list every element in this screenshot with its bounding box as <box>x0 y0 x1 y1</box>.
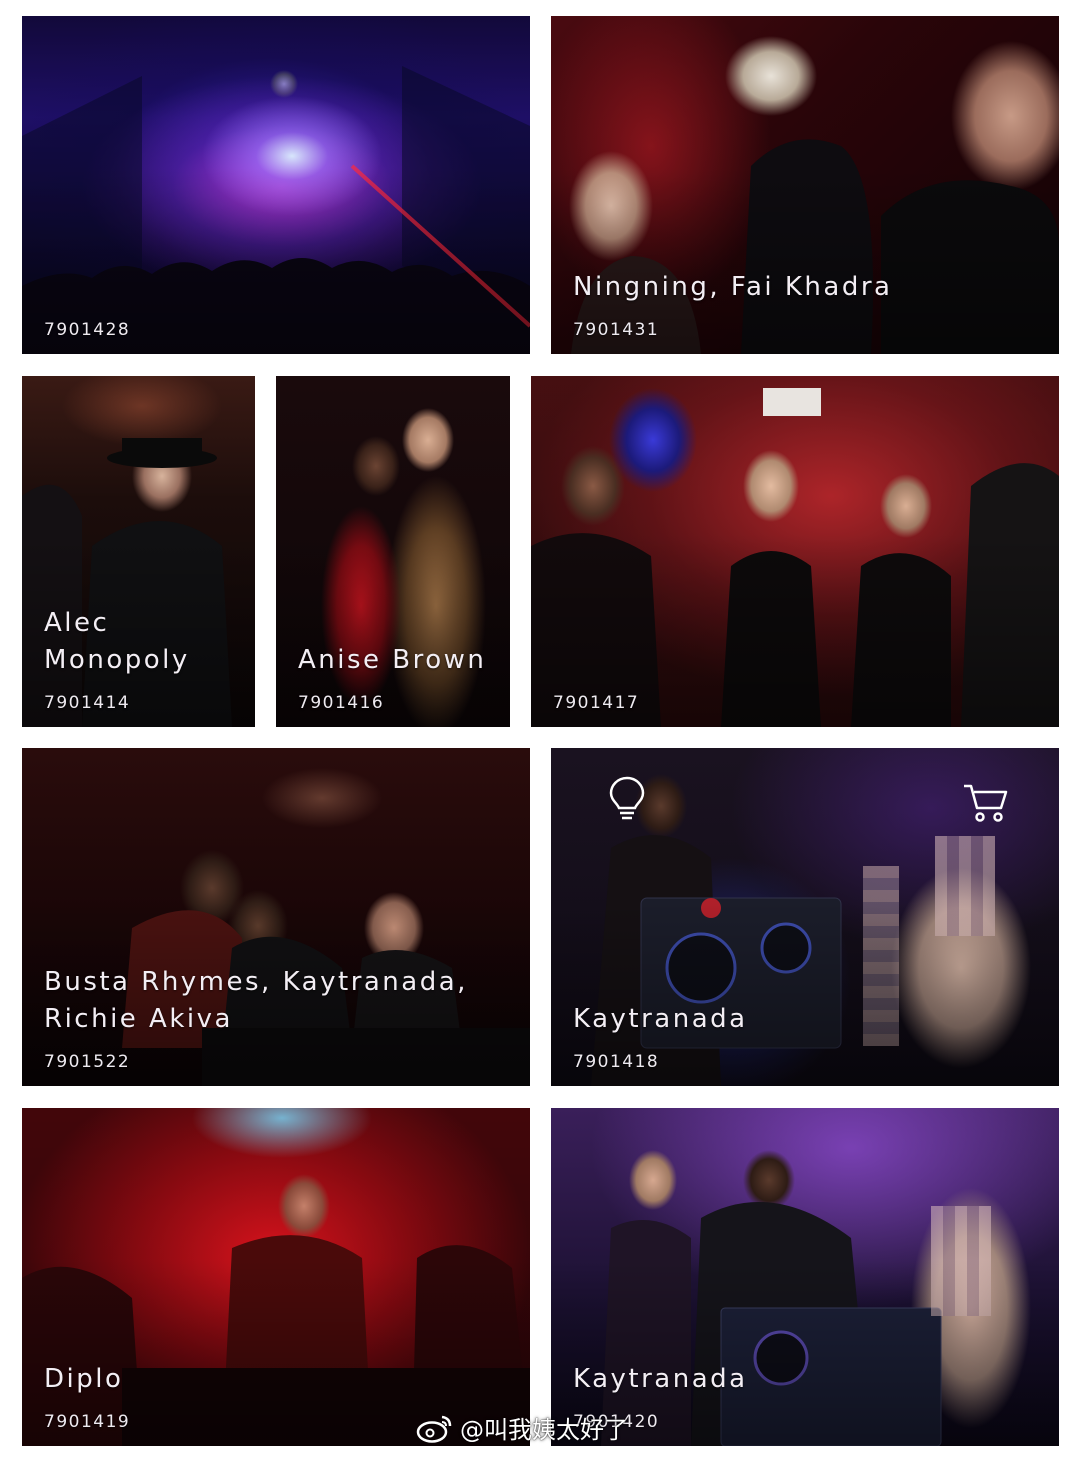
photo-tile-7901420[interactable]: Kaytranada 7901420 <box>551 1108 1059 1446</box>
photo-code: 7901431 <box>573 320 660 340</box>
photo-tile-7901522[interactable]: Busta Rhymes, Kaytranada, Richie Akiva 7… <box>22 748 530 1086</box>
photo-code: 7901522 <box>44 1052 131 1072</box>
photo-tile-7901428[interactable]: 7901428 <box>22 16 530 354</box>
photo-tile-7901417[interactable]: 7901417 <box>531 376 1059 727</box>
photo-caption: Kaytranada <box>573 1364 748 1394</box>
photo-tile-7901418[interactable]: Kaytranada 7901418 <box>551 748 1059 1086</box>
photo-tile-7901414[interactable]: Alec Monopoly 7901414 <box>22 376 255 727</box>
photo-tile-7901419[interactable]: Diplo 7901419 <box>22 1108 530 1446</box>
photo-code: 7901414 <box>44 693 131 713</box>
photo-caption: Diplo <box>44 1364 124 1394</box>
photo-tile-7901431[interactable]: Ningning, Fai Khadra 7901431 <box>551 16 1059 354</box>
watermark-text: @叫我姨太好了 <box>460 1416 628 1444</box>
photo-tile-7901416[interactable]: Anise Brown 7901416 <box>276 376 510 727</box>
photo-caption: Busta Rhymes, Kaytranada, Richie Akiva <box>44 967 468 1034</box>
photo-caption: Kaytranada <box>573 1004 748 1034</box>
shopping-cart-icon[interactable] <box>961 778 1009 826</box>
photo-code: 7901428 <box>44 320 131 340</box>
weibo-logo-icon <box>416 1415 452 1443</box>
photo-caption: Alec Monopoly <box>44 608 190 675</box>
photo-code: 7901418 <box>573 1052 660 1072</box>
photo-code: 7901419 <box>44 1412 131 1432</box>
lightbulb-icon[interactable] <box>605 774 649 822</box>
photo-gallery: 7901428 Ningning, Fai Khadra 7901431 Ale… <box>0 0 1080 1457</box>
photo-caption: Ningning, Fai Khadra <box>573 272 893 302</box>
photo-code: 7901417 <box>553 693 640 713</box>
photo-code: 7901416 <box>298 693 385 713</box>
photo-caption: Anise Brown <box>298 645 487 675</box>
weibo-watermark: @叫我姨太好了 <box>416 1410 628 1445</box>
